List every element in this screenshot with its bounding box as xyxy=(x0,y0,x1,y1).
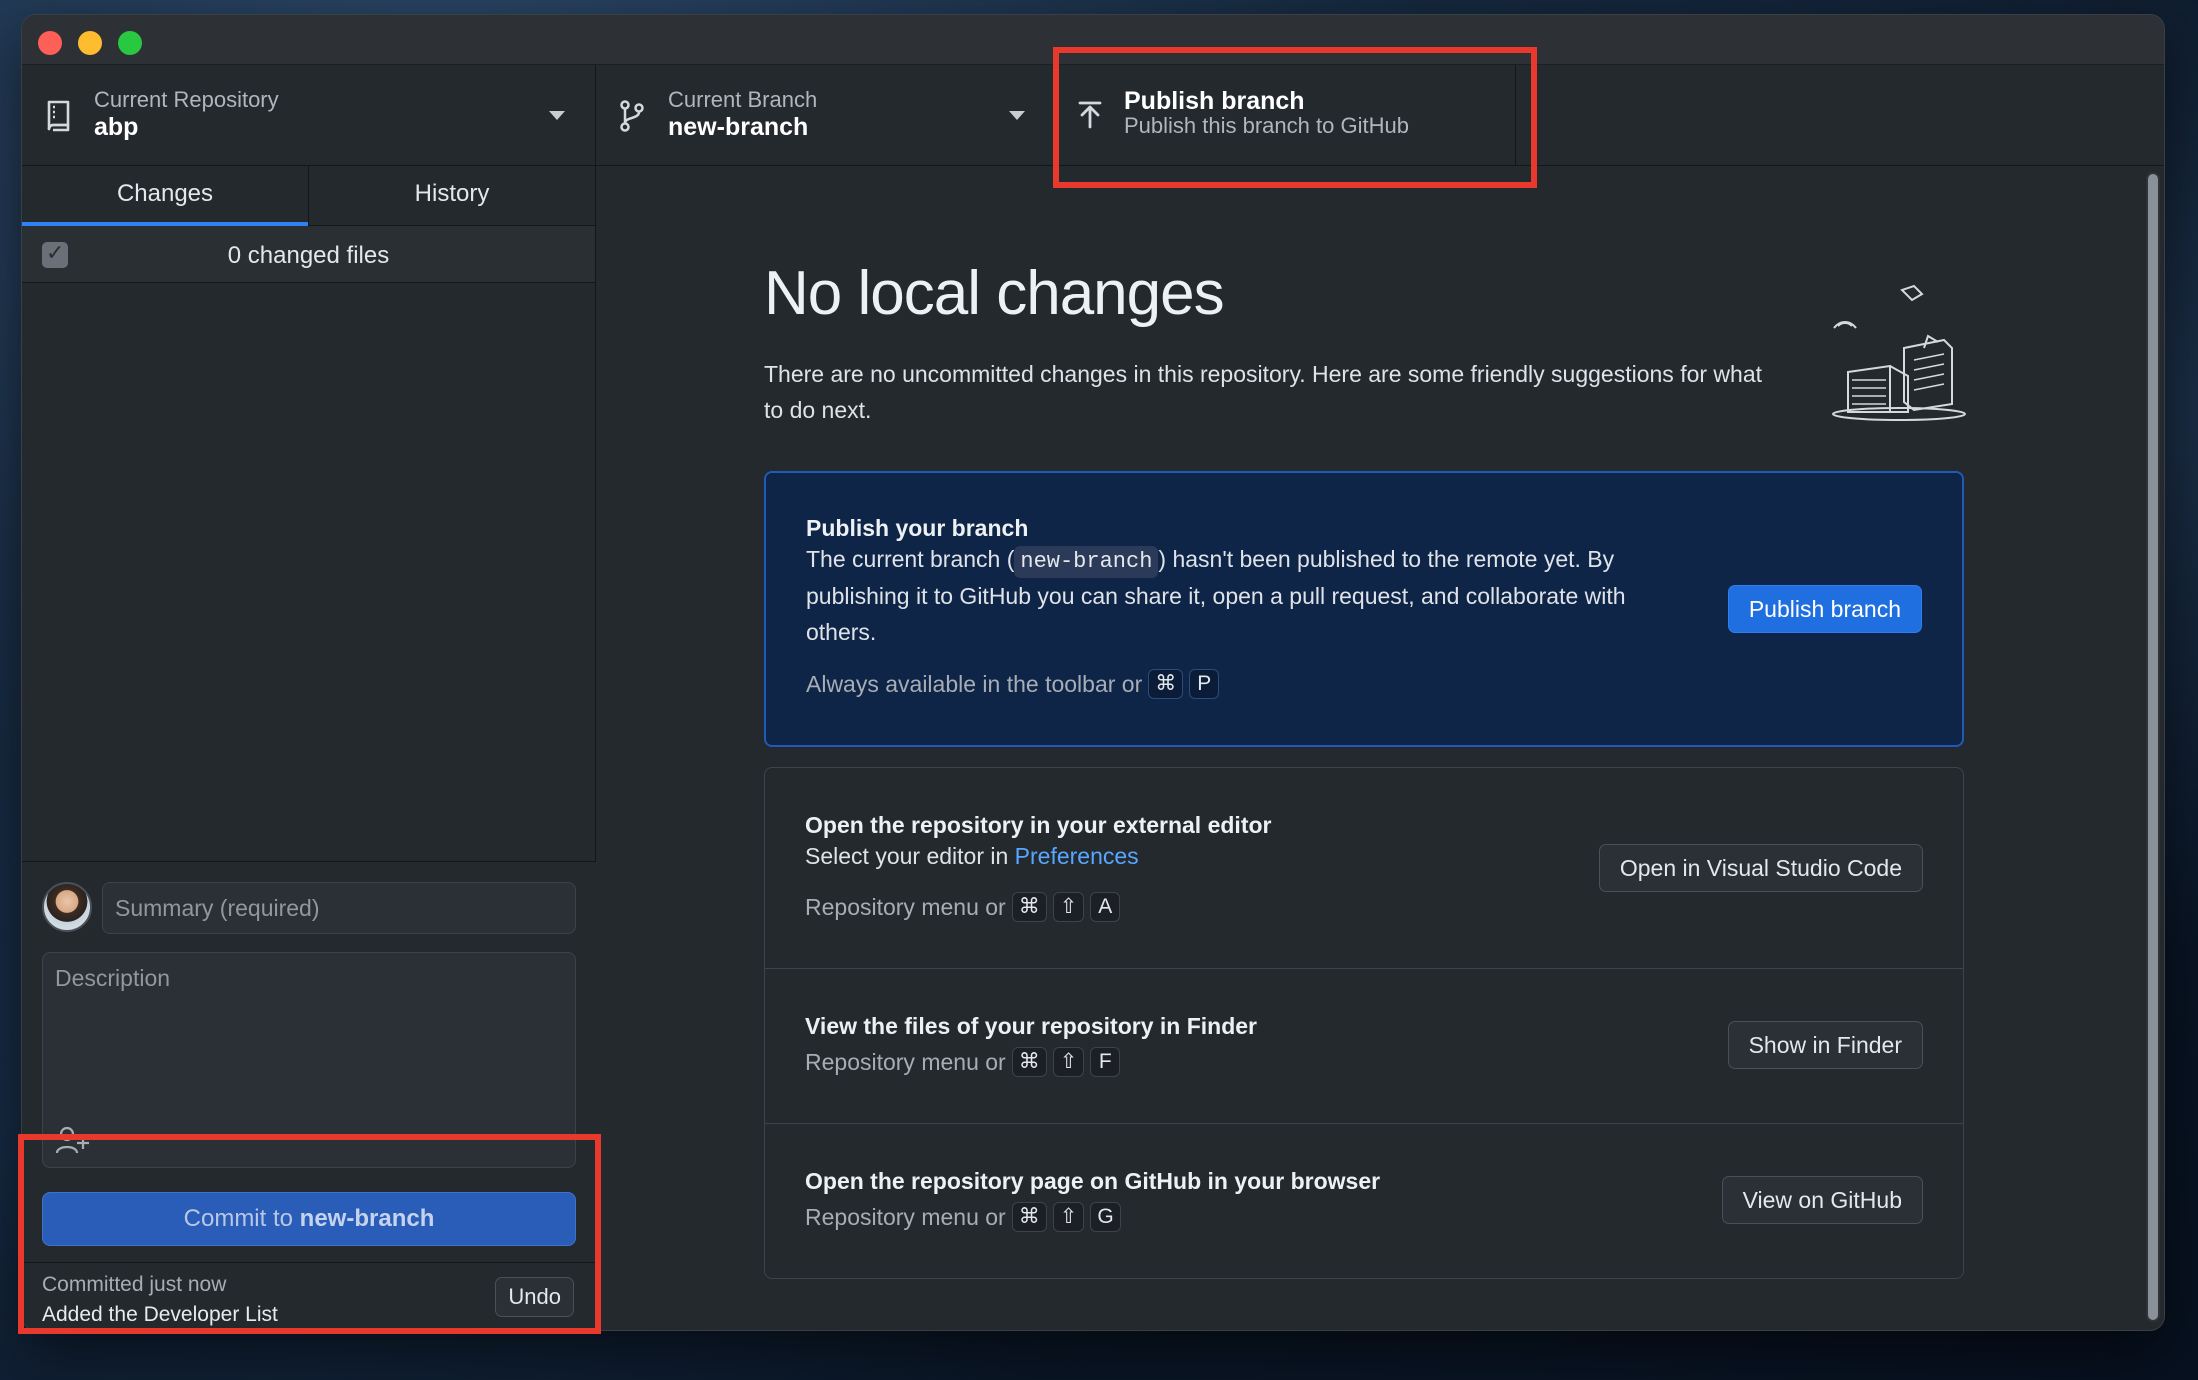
cmd-key: ⌘ xyxy=(1148,669,1184,699)
finder-hint-text: Repository menu or xyxy=(805,1048,1006,1075)
current-branch-selector[interactable]: Current Branch new-branch xyxy=(596,65,1056,165)
add-coauthor-icon[interactable] xyxy=(55,1125,91,1155)
avatar xyxy=(42,882,92,932)
publish-card-hint: Always available in the toolbar or ⌘ P xyxy=(806,669,1220,699)
app-window: Current Repository abp Current Branch ne… xyxy=(22,15,2164,1330)
last-commit-panel: Committed just now Added the Developer L… xyxy=(22,1262,596,1330)
editor-card-title: Open the repository in your external edi… xyxy=(805,812,1272,838)
show-in-finder-button[interactable]: Show in Finder xyxy=(1727,1021,1923,1069)
publish-text-before: The current branch ( xyxy=(806,546,1015,572)
finder-card-title: View the files of your repository in Fin… xyxy=(805,1013,1257,1039)
branch-name-code: new-branch xyxy=(1014,546,1159,578)
publish-card-text: The current branch (new-branch) hasn't b… xyxy=(806,541,1626,650)
sidebar-tabs: Changes History xyxy=(22,166,595,226)
changed-files-header: 0 changed files xyxy=(22,226,595,283)
tab-changes[interactable]: Changes xyxy=(22,166,308,226)
description-box xyxy=(42,952,576,1168)
editor-hint-text: Repository menu or xyxy=(805,893,1006,920)
zoom-window-button[interactable] xyxy=(118,31,142,55)
g-key: G xyxy=(1090,1202,1121,1232)
tab-history[interactable]: History xyxy=(308,166,595,225)
repository-icon xyxy=(47,100,70,132)
editor-text: Select your editor in xyxy=(805,843,1009,869)
commit-button-branch: new-branch xyxy=(299,1205,435,1232)
commit-button-prefix: Commit to xyxy=(183,1205,293,1232)
cmd-key: ⌘ xyxy=(1011,1047,1047,1077)
preferences-link[interactable]: Preferences xyxy=(1015,843,1139,869)
chevron-down-icon xyxy=(1009,111,1025,120)
repository-caption: Current Repository xyxy=(94,87,279,112)
publish-card-title: Publish your branch xyxy=(806,515,1029,541)
f-key: F xyxy=(1090,1047,1121,1077)
scrollbar-thumb[interactable] xyxy=(2148,174,2158,1320)
github-card-title: Open the repository page on GitHub in yo… xyxy=(805,1168,1381,1194)
editor-card-hint: Repository menu or ⌘ ⇧ A xyxy=(805,892,1121,922)
shift-key: ⇧ xyxy=(1052,1047,1085,1077)
branch-name: new-branch xyxy=(668,113,809,141)
page-title: No local changes xyxy=(764,259,1225,328)
branch-icon xyxy=(620,100,644,132)
illustration-icon xyxy=(1832,284,1966,421)
shift-key: ⇧ xyxy=(1052,892,1085,922)
changed-files-count: 0 changed files xyxy=(227,242,390,269)
publish-toolbar-subtitle: Publish this branch to GitHub xyxy=(1124,113,1409,138)
p-key: P xyxy=(1189,669,1220,699)
branch-caption: Current Branch xyxy=(668,87,818,112)
github-suggestion: Open the repository page on GitHub in yo… xyxy=(765,1123,1963,1278)
repository-name: abp xyxy=(94,113,139,141)
title-bar xyxy=(22,15,2164,65)
chevron-down-icon xyxy=(549,111,565,120)
current-repository-selector[interactable]: Current Repository abp xyxy=(22,65,596,165)
suggestions-card: Open the repository in your external edi… xyxy=(764,767,1964,1279)
intro-text: There are no uncommitted changes in this… xyxy=(764,361,1763,423)
commit-button[interactable]: Commit to new-branch xyxy=(42,1192,576,1246)
last-commit-time: Committed just now xyxy=(42,1273,227,1296)
minimize-window-button[interactable] xyxy=(78,31,102,55)
publish-toolbar-title: Publish branch xyxy=(1124,87,1305,115)
publish-branch-button[interactable]: Publish branch xyxy=(1727,585,1922,633)
github-card-hint: Repository menu or ⌘ ⇧ G xyxy=(805,1202,1121,1232)
description-input[interactable] xyxy=(43,953,575,1123)
undo-button[interactable]: Undo xyxy=(495,1277,574,1317)
main-content: No local changes There are no uncommitte… xyxy=(596,166,2164,1330)
editor-suggestion: Open the repository in your external edi… xyxy=(765,768,1963,968)
shift-key: ⇧ xyxy=(1052,1202,1085,1232)
close-window-button[interactable] xyxy=(38,31,62,55)
github-hint-text: Repository menu or xyxy=(805,1203,1006,1230)
toolbar: Current Repository abp Current Branch ne… xyxy=(22,65,2164,166)
view-on-github-button[interactable]: View on GitHub xyxy=(1721,1176,1923,1224)
a-key: A xyxy=(1090,892,1121,922)
finder-card-hint: Repository menu or ⌘ ⇧ F xyxy=(805,1047,1121,1077)
publish-branch-card: Publish your branch The current branch (… xyxy=(764,471,1964,747)
cmd-key: ⌘ xyxy=(1011,892,1047,922)
cmd-key: ⌘ xyxy=(1011,1202,1047,1232)
scrollbar[interactable] xyxy=(2146,172,2160,1322)
editor-card-text: Select your editor in Preferences xyxy=(805,838,1139,874)
finder-suggestion: View the files of your repository in Fin… xyxy=(765,968,1963,1123)
upload-icon xyxy=(1078,101,1102,129)
publish-branch-toolbar-button[interactable]: Publish branch Publish this branch to Gi… xyxy=(1056,65,1516,165)
publish-hint-text: Always available in the toolbar or xyxy=(806,670,1143,697)
sidebar: Changes History 0 changed files Commit t… xyxy=(22,166,596,1330)
last-commit-message: Added the Developer List xyxy=(42,1303,278,1326)
commit-panel: Commit to new-branch Committed just now … xyxy=(22,861,596,1330)
summary-input[interactable] xyxy=(102,882,576,934)
open-in-editor-button[interactable]: Open in Visual Studio Code xyxy=(1598,844,1923,892)
